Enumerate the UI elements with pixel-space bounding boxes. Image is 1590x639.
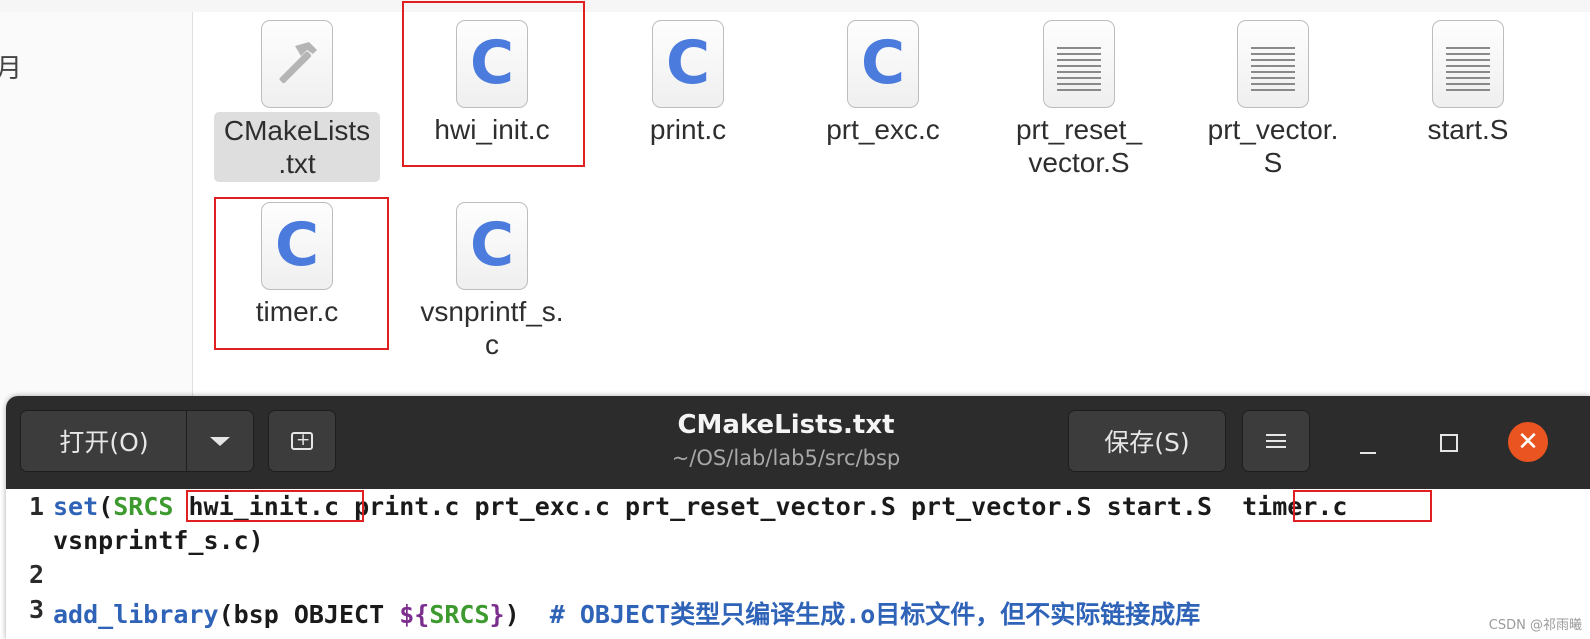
- file-item-start[interactable]: start.S: [1378, 20, 1558, 146]
- c-letter: C: [860, 28, 906, 98]
- line-number: 1: [28, 492, 44, 521]
- file-name-label: start.S: [1427, 114, 1509, 145]
- maximize-button[interactable]: [1440, 434, 1458, 452]
- chevron-down-icon: [210, 436, 230, 446]
- file-name-label: prt_vector. S: [1207, 114, 1339, 178]
- c-file-icon: C: [456, 202, 528, 290]
- line-number: 2: [28, 560, 44, 589]
- sidebar-partial-label: 月: [0, 54, 23, 84]
- code-token-hwi-init: hwi_init.c: [188, 492, 340, 521]
- code-token-timer: timer.c: [1242, 492, 1348, 521]
- file-name-label: hwi_init.c: [434, 114, 550, 145]
- code-token: SRCS: [429, 600, 490, 629]
- code-token: add_library: [53, 600, 219, 629]
- open-dropdown-button[interactable]: [186, 410, 254, 472]
- c-file-icon: C: [847, 20, 919, 108]
- code-line-1: set(SRCS hwi_init.c print.c prt_exc.c pr…: [53, 492, 1347, 521]
- file-item-prt-reset-vector[interactable]: prt_reset_ vector.S: [989, 20, 1169, 179]
- text-file-icon: [1237, 20, 1309, 108]
- file-item-prt-vector[interactable]: prt_vector. S: [1183, 20, 1363, 179]
- file-name-label: prt_exc.c: [826, 114, 940, 145]
- code-token: $: [399, 600, 415, 629]
- code-token: {: [414, 600, 430, 629]
- code-area[interactable]: 1 set(SRCS hwi_init.c print.c prt_exc.c …: [6, 489, 1590, 639]
- editor-header-bar: 打开(O) + CMakeLists.txt ~/OS/lab/lab5/src…: [6, 396, 1590, 489]
- close-button[interactable]: ✕: [1508, 422, 1548, 462]
- file-name-label: vsnprintf_s. c: [420, 296, 564, 360]
- code-token: (: [98, 492, 114, 521]
- code-line-3: add_library(bsp OBJECT ${SRCS}) # OBJECT…: [53, 595, 1200, 631]
- hamburger-menu-icon: [1266, 434, 1286, 448]
- file-name-label: CMakeLists .txt: [214, 112, 380, 182]
- c-letter: C: [274, 210, 320, 280]
- file-name-label: prt_reset_ vector.S: [1015, 114, 1143, 178]
- minimize-button[interactable]: [1356, 432, 1380, 456]
- file-item-hwi-init[interactable]: C hwi_init.c: [402, 20, 582, 146]
- file-name-label: timer.c: [255, 296, 339, 327]
- new-document-button[interactable]: +: [268, 410, 336, 472]
- save-button[interactable]: 保存(S): [1068, 410, 1226, 472]
- text-file-icon: [1043, 20, 1115, 108]
- c-file-icon: C: [652, 20, 724, 108]
- file-manager-sidebar: 月: [0, 12, 193, 400]
- window-title: CMakeLists.txt: [677, 410, 895, 440]
- file-manager-view: 月 CMakeLists .txt C hwi_init.c C print.c…: [0, 0, 1590, 400]
- file-item-print[interactable]: C print.c: [598, 20, 778, 146]
- menu-button[interactable]: [1242, 410, 1310, 472]
- file-name-label: print.c: [649, 114, 727, 145]
- code-token: SRCS: [113, 492, 174, 521]
- file-item-prt-exc[interactable]: C prt_exc.c: [793, 20, 973, 146]
- code-token: ): [504, 600, 520, 629]
- code-token: }: [489, 600, 505, 629]
- window-subtitle-path: ~/OS/lab/lab5/src/bsp: [671, 446, 901, 470]
- file-item-vsnprintf-s[interactable]: C vsnprintf_s. c: [402, 202, 582, 361]
- c-letter: C: [469, 28, 515, 98]
- watermark: CSDN @祁雨曦: [1488, 618, 1582, 633]
- line-number: 3: [28, 595, 44, 624]
- text-file-icon: [1432, 20, 1504, 108]
- c-letter: C: [665, 28, 711, 98]
- code-line-1-wrap: vsnprintf_s.c): [53, 526, 264, 555]
- c-file-icon: C: [261, 202, 333, 290]
- code-token: set: [53, 492, 99, 521]
- file-manager-top-strip: [0, 0, 1590, 12]
- code-token: print.c prt_exc.c prt_reset_vector.S prt…: [354, 492, 1213, 521]
- text-editor-window: 打开(O) + CMakeLists.txt ~/OS/lab/lab5/src…: [6, 396, 1590, 639]
- open-button[interactable]: 打开(O): [20, 410, 188, 472]
- c-letter: C: [469, 210, 515, 280]
- c-file-icon: C: [456, 20, 528, 108]
- file-item-timer[interactable]: C timer.c: [207, 202, 387, 328]
- file-item-cmakelists[interactable]: CMakeLists .txt: [207, 20, 387, 182]
- new-tab-icon: +: [291, 430, 313, 450]
- hammer-icon: [261, 20, 333, 108]
- code-comment: # OBJECT类型只编译生成.o目标文件，但不实际链接成库: [549, 600, 1201, 629]
- code-token: (bsp OBJECT: [218, 600, 400, 629]
